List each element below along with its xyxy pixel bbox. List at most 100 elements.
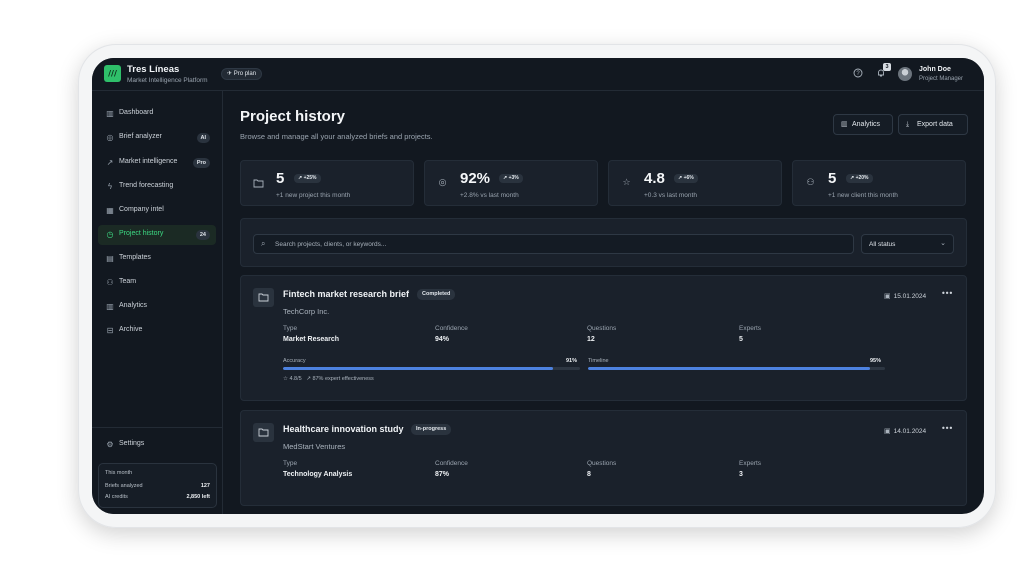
effectiveness-text: 87% expert effectiveness [312, 376, 374, 382]
button-label: Export data [917, 121, 953, 128]
button-label: Analytics [852, 121, 881, 128]
stat-caption: +2.8% vs last month [460, 192, 519, 199]
accuracy-bar-fill [283, 367, 554, 370]
sidebar-item-analytics[interactable]: ▥ Analytics [98, 297, 216, 317]
lightning-icon: ϟ [107, 182, 113, 191]
more-options-icon[interactable]: ••• [941, 424, 953, 433]
sidebar-item-market-intelligence[interactable]: ↗ Market intelligence Pro [98, 153, 216, 173]
sidebar-item-templates[interactable]: ▤ Templates [98, 249, 216, 269]
users-icon: ⚇ [806, 178, 815, 188]
meta-value: 94% [435, 336, 450, 343]
star-icon: ☆ [283, 376, 288, 382]
sidebar-item-label: Team [119, 278, 137, 285]
project-title[interactable]: Fintech market research brief [283, 289, 409, 299]
sidebar-item-label: Templates [119, 254, 151, 261]
sidebar-item-company-intel[interactable]: ▦ Company intel [98, 201, 216, 221]
sidebar-item-trend-forecasting[interactable]: ϟ Trend forecasting [98, 177, 216, 197]
project-card[interactable]: Healthcare innovation study In-progress … [240, 410, 967, 506]
meta-value: 12 [587, 336, 595, 343]
count-badge: 24 [195, 230, 210, 240]
filter-panel: ⌕ Search projects, clients, or keywords.… [240, 218, 967, 267]
sidebar-item-label: Analytics [119, 302, 148, 309]
status-filter-select[interactable]: All status ⌄ [861, 234, 954, 254]
user-role: Project Manager [919, 76, 964, 82]
sidebar-item-label: Dashboard [119, 109, 154, 116]
stat-change-badge: ↗ +20% [846, 174, 873, 183]
date-text: 15.01.2024 [893, 293, 927, 300]
page-subtitle: Browse and manage all your analyzed brie… [240, 132, 433, 141]
download-icon: ⤓ [906, 120, 910, 128]
accuracy-value: 91% [566, 358, 578, 364]
stat-value: 92% [460, 170, 491, 187]
app-logo: /// [104, 65, 121, 82]
meta-value: 8 [587, 471, 591, 478]
trend-icon: ↗ [106, 158, 114, 167]
usage-value: 127 [200, 483, 210, 489]
project-date: ▣ 15.01.2024 [884, 292, 926, 300]
timeline-bar-fill [588, 367, 871, 370]
users-icon: ⚇ [106, 278, 114, 287]
sidebar-item-label: Trend forecasting [119, 182, 174, 189]
timeline-value: 95% [870, 358, 882, 364]
brain-icon: ◎ [106, 133, 114, 142]
sidebar-item-label: Company intel [119, 206, 164, 213]
chevron-down-icon: ⌄ [940, 239, 946, 247]
client-name: TechCorp Inc. [283, 307, 330, 316]
project-title[interactable]: Healthcare innovation study [283, 424, 404, 434]
stat-value: 4.8 [644, 170, 665, 187]
stat-caption: +0.3 vs last month [644, 192, 697, 199]
meta-value: Market Research [283, 336, 340, 343]
more-options-icon[interactable]: ••• [941, 289, 953, 298]
plan-badge[interactable]: ✈ Pro plan [221, 68, 263, 80]
calendar-icon: ▣ [884, 292, 891, 300]
meta-label: Confidence [435, 325, 468, 332]
app-name: Tres Líneas [127, 64, 180, 75]
project-footer: ☆ 4.8/5 ↗ 87% expert effectiveness [283, 376, 374, 382]
meta-value: Technology Analysis [283, 471, 353, 478]
usage-value: 2,850 left [186, 494, 210, 500]
stat-card-projects: 5 ↗ +25% +1 new project this month [240, 160, 414, 206]
meta-label: Questions [587, 460, 617, 467]
search-placeholder: Search projects, clients, or keywords... [275, 241, 387, 248]
stat-card-confidence: ◎ 92% ↗ +3% +2.8% vs last month [424, 160, 598, 206]
sidebar-item-team[interactable]: ⚇ Team [98, 273, 216, 293]
project-card[interactable]: Fintech market research brief Completed … [240, 275, 967, 401]
user-name[interactable]: John Doe [919, 66, 951, 73]
archive-icon: ⊟ [106, 326, 114, 335]
gear-icon: ⚙ [106, 440, 114, 449]
divider [92, 427, 222, 428]
target-icon: ◎ [438, 178, 447, 188]
sidebar-item-project-history[interactable]: ◷ Project history 24 [98, 225, 216, 245]
timeline-label: Timeline [588, 358, 609, 364]
bar-chart-icon: ▥ [106, 109, 114, 118]
sidebar-item-dashboard[interactable]: ▥ Dashboard [98, 104, 216, 124]
page-title: Project history [240, 108, 346, 125]
help-icon[interactable]: ? [852, 68, 863, 79]
sidebar-item-label: Archive [119, 326, 143, 333]
accuracy-label: Accuracy [283, 358, 306, 364]
export-data-button[interactable]: ⤓ Export data [898, 114, 968, 135]
folder-icon [253, 423, 274, 442]
bar-chart-icon: ▥ [106, 302, 114, 311]
client-name: MedStart Ventures [283, 442, 346, 451]
stat-card-clients: ⚇ 5 ↗ +20% +1 new client this month [792, 160, 966, 206]
analytics-button[interactable]: ▥ Analytics [833, 114, 893, 135]
meta-value: 3 [739, 471, 743, 478]
usage-summary: This month Briefs analyzed 127 AI credit… [98, 463, 217, 508]
sidebar-item-brief-analyzer[interactable]: ◎ Brief analyzer AI [98, 128, 216, 148]
meta-label: Experts [739, 460, 762, 467]
meta-label: Confidence [435, 460, 468, 467]
sidebar-item-label: Brief analyzer [119, 133, 162, 140]
avatar[interactable] [898, 67, 912, 81]
sidebar-item-archive[interactable]: ⊟ Archive [98, 321, 216, 341]
top-bar: /// Tres Líneas Market Intelligence Plat… [92, 58, 984, 91]
usage-label: AI credits [105, 494, 128, 500]
stat-card-rating: ☆ 4.8 ↗ +6% +0.3 vs last month [608, 160, 782, 206]
stat-change-badge: ↗ +6% [674, 174, 698, 183]
sidebar-item-settings[interactable]: ⚙ Settings [98, 435, 216, 455]
search-input[interactable]: ⌕ Search projects, clients, or keywords.… [253, 234, 854, 254]
meta-label: Type [283, 325, 298, 332]
trend-icon: ↗ [306, 376, 311, 382]
clock-icon: ◷ [106, 230, 114, 239]
rating-text: 4.8/5 [289, 376, 302, 382]
